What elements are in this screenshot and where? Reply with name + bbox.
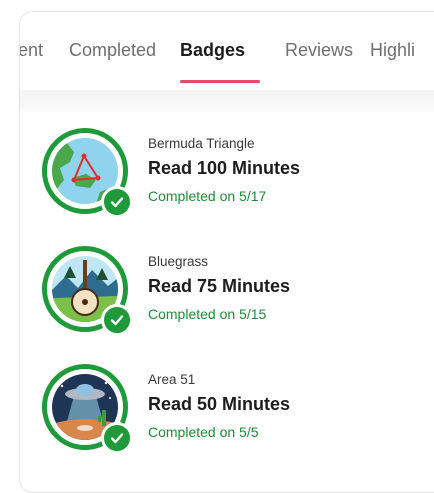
badge-category: Bluegrass — [148, 254, 209, 269]
badge-avatar — [42, 364, 133, 454]
completion-date: Completed on 5/5 — [148, 424, 259, 440]
tab-completed[interactable]: Completed — [69, 40, 156, 61]
list-item[interactable]: Bermuda Triangle Read 100 Minutes Comple… — [20, 112, 434, 222]
badge-title: Read 75 Minutes — [148, 276, 291, 296]
check-icon — [101, 304, 133, 336]
tab-bar: ent Completed Badges Reviews Highli — [20, 12, 434, 90]
check-icon — [101, 422, 133, 454]
badge-title: Read 100 Minutes — [148, 158, 301, 178]
badges-card: ent Completed Badges Reviews Highli Berm… — [19, 11, 434, 493]
completion-date: Completed on 5/17 — [148, 188, 267, 204]
badge-title: Read 50 Minutes — [148, 394, 291, 414]
tab-highlights[interactable]: Highli — [370, 40, 415, 61]
page-title: rockstar — [54, 0, 127, 6]
badge-avatar — [42, 128, 133, 218]
completion-date: Completed on 5/15 — [148, 306, 267, 322]
badge-category: Bermuda Triangle — [148, 136, 255, 151]
tab-badges[interactable]: Badges — [180, 40, 245, 61]
list-item[interactable]: Area 51 Read 50 Minutes Completed on 5/5 — [20, 348, 434, 458]
tab-current[interactable]: ent — [20, 40, 43, 61]
active-tab-indicator — [180, 80, 260, 83]
badge-avatar — [42, 246, 133, 336]
tab-bar-divider — [20, 90, 434, 112]
check-icon — [101, 186, 133, 218]
tab-reviews[interactable]: Reviews — [285, 40, 353, 61]
list-item[interactable]: Bluegrass Read 75 Minutes Completed on 5… — [20, 230, 434, 340]
badge-category: Area 51 — [148, 372, 196, 387]
